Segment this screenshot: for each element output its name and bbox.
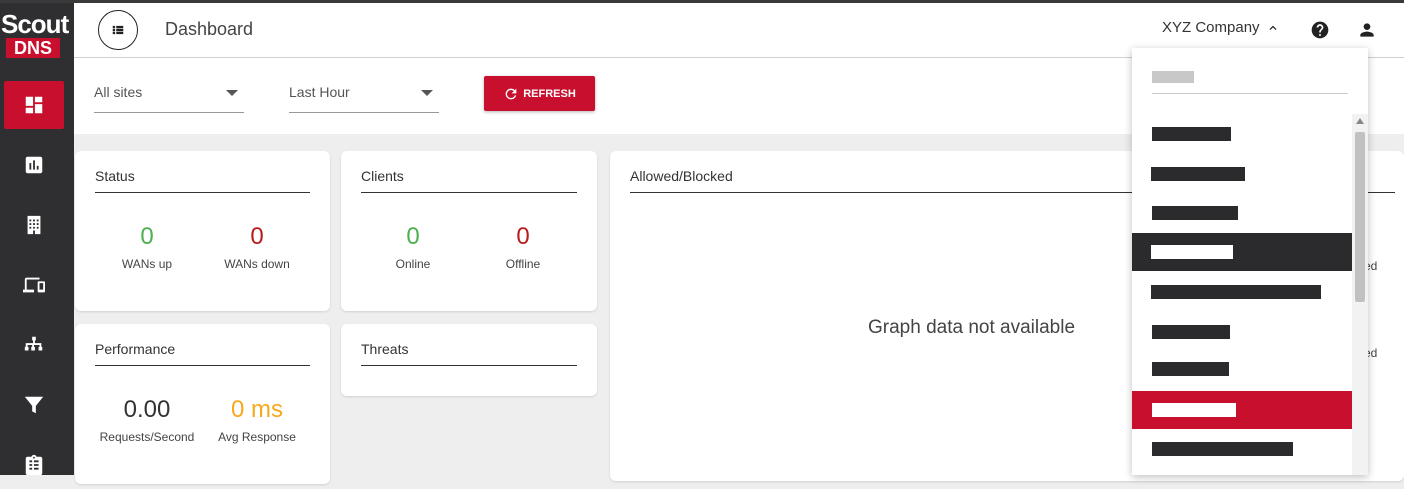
dropdown-scrollbar[interactable] — [1352, 114, 1368, 475]
bar-chart-icon — [25, 156, 43, 174]
company-option[interactable] — [1132, 155, 1352, 193]
logo[interactable]: Scout DNS — [0, 11, 74, 58]
company-option[interactable] — [1132, 115, 1352, 153]
performance-card: Performance 0.00 Requests/Second 0 ms Av… — [75, 324, 330, 484]
redacted-label — [1152, 403, 1236, 417]
chevron-up-icon — [1269, 25, 1277, 30]
rps-label: Requests/Second — [99, 430, 195, 444]
help-icon[interactable] — [1310, 20, 1330, 40]
empty-graph-message: Graph data not available — [868, 317, 1076, 338]
building-icon — [27, 215, 41, 235]
sidebar-item-filters[interactable] — [4, 381, 64, 429]
avg-response-value: 0 ms — [230, 396, 283, 423]
logo-dns: DNS — [6, 38, 60, 58]
clipboard-icon — [25, 454, 43, 476]
redacted-label — [1151, 245, 1233, 259]
company-option[interactable] — [1132, 350, 1352, 388]
redacted-label — [1152, 325, 1230, 339]
status-title: Status — [95, 168, 135, 184]
sidebar-item-logs[interactable] — [4, 441, 64, 489]
divider — [95, 365, 310, 366]
sidebar-item-reports[interactable] — [4, 141, 64, 189]
company-option-selected[interactable] — [1132, 391, 1352, 429]
offline-metric: 0 Offline — [468, 223, 578, 271]
company-option[interactable] — [1132, 313, 1352, 351]
divider — [361, 365, 577, 366]
page-title: Dashboard — [165, 19, 254, 39]
redacted-label — [1151, 285, 1321, 299]
scroll-thumb[interactable] — [1355, 132, 1365, 302]
clients-title: Clients — [361, 168, 404, 184]
threats-title: Threats — [361, 341, 409, 357]
avg-response-label: Avg Response — [218, 430, 296, 444]
wans-up-metric: 0 WANs up — [92, 223, 202, 271]
period-select[interactable]: Last Hour — [289, 80, 439, 113]
menu-toggle-button[interactable] — [98, 10, 138, 50]
status-card: Status 0 WANs up 0 WANs down — [75, 151, 330, 311]
clients-card: Clients 0 Online 0 Offline — [341, 151, 597, 311]
company-option[interactable] — [1132, 273, 1352, 311]
redacted-label — [1152, 362, 1229, 376]
period-select-value: Last Hour — [289, 84, 350, 100]
online-label: Online — [395, 257, 431, 271]
scroll-up-arrow-icon[interactable] — [1356, 118, 1364, 124]
company-search-input[interactable] — [1152, 68, 1348, 94]
refresh-button[interactable]: REFRESH — [484, 76, 595, 111]
caret-down-icon — [421, 90, 433, 96]
sidebar-item-devices[interactable] — [4, 261, 64, 309]
rps-metric: 0.00 Requests/Second — [92, 396, 202, 444]
devices-icon — [23, 277, 45, 293]
site-select-value: All sites — [94, 84, 143, 100]
filter-icon — [24, 396, 44, 414]
company-option-hover[interactable] — [1132, 233, 1352, 271]
offline-value: 0 — [516, 223, 530, 250]
logo-scout: Scout — [1, 9, 69, 39]
sitemap-icon — [24, 336, 43, 351]
sidebar: Scout DNS — [0, 3, 74, 476]
wans-up-label: WANs up — [121, 257, 173, 271]
redacted-label — [1152, 127, 1231, 141]
rps-value: 0.00 — [123, 396, 171, 423]
sidebar-item-network[interactable] — [4, 321, 64, 369]
redacted-label — [1152, 442, 1293, 456]
menu-list-icon — [112, 25, 124, 35]
caret-down-icon — [226, 90, 238, 96]
refresh-icon — [505, 88, 517, 99]
sidebar-item-sites[interactable] — [4, 201, 64, 249]
company-name: XYZ Company — [1162, 19, 1260, 36]
company-option[interactable] — [1132, 430, 1352, 468]
avg-response-metric: 0 ms Avg Response — [202, 396, 312, 444]
divider — [95, 192, 310, 193]
online-value: 0 — [406, 223, 420, 250]
divider — [361, 192, 577, 193]
allowed-blocked-title: Allowed/Blocked — [630, 168, 733, 184]
online-metric: 0 Online — [358, 223, 468, 271]
company-dropdown — [1132, 48, 1368, 475]
wans-down-value: 0 — [250, 223, 264, 250]
performance-title: Performance — [95, 341, 176, 357]
search-placeholder-redacted — [1152, 71, 1194, 83]
sidebar-item-dashboard[interactable] — [4, 81, 64, 129]
site-select[interactable]: All sites — [94, 80, 244, 113]
refresh-label: REFRESH — [523, 87, 576, 100]
threats-card: Threats — [341, 324, 597, 396]
dashboard-icon — [25, 96, 43, 114]
redacted-label — [1152, 206, 1238, 220]
wans-up-value: 0 — [140, 223, 154, 250]
offline-label: Offline — [505, 257, 541, 271]
redacted-label — [1151, 167, 1245, 181]
company-selector[interactable]: XYZ Company — [1162, 19, 1280, 36]
user-icon[interactable] — [1357, 20, 1377, 40]
wans-down-label: WANs down — [224, 257, 290, 271]
company-option[interactable] — [1132, 194, 1352, 232]
wans-down-metric: 0 WANs down — [202, 223, 312, 271]
